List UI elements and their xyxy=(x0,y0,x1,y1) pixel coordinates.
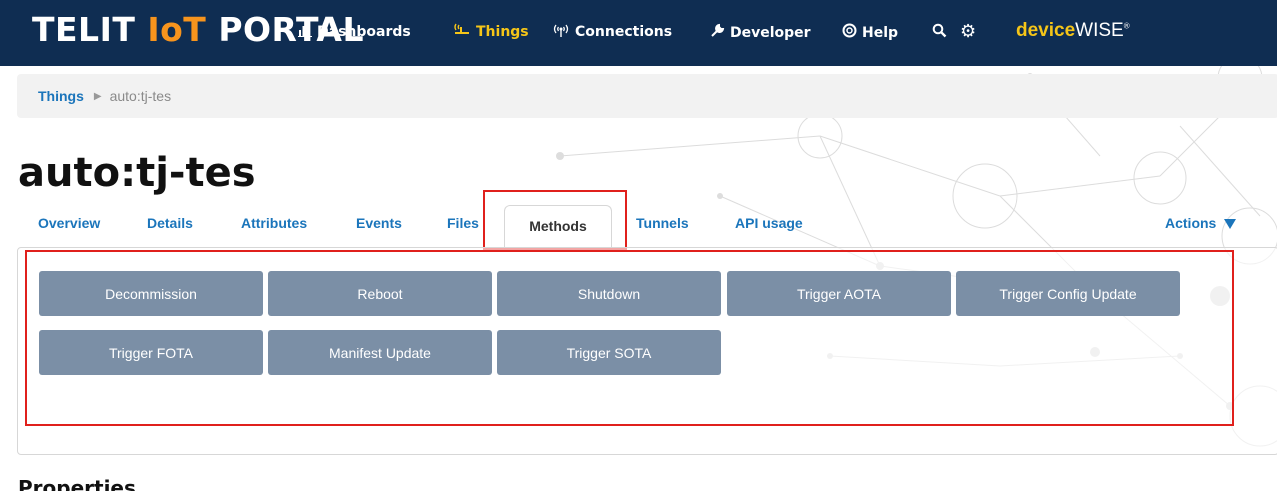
nav-connections-label: Connections xyxy=(575,24,673,40)
reboot-button[interactable]: Reboot xyxy=(268,271,492,316)
devicewise-brand[interactable]: deviceWISE® xyxy=(1016,20,1130,42)
tab-bar: Overview Details Attributes Events Files… xyxy=(0,205,1277,249)
gear-icon[interactable]: ⚙ xyxy=(960,21,976,42)
top-navigation-bar: TELIT IoT PORTAL Dashboards Things Conne… xyxy=(0,0,1277,66)
nav-search[interactable] xyxy=(932,23,947,42)
antenna-icon xyxy=(552,23,570,41)
nav-help-label: Help xyxy=(862,24,899,41)
nav-dashboards-label: Dashboards xyxy=(317,24,411,40)
brand-device-text: device xyxy=(1016,20,1076,41)
nav-things-label: Things xyxy=(476,24,529,40)
breadcrumb-separator-icon: ▶ xyxy=(93,90,102,102)
manifest-update-button[interactable]: Manifest Update xyxy=(268,330,492,375)
brand-wise-text: WISE xyxy=(1075,20,1124,41)
nav-things[interactable]: Things xyxy=(453,23,529,41)
nav-help[interactable]: Help xyxy=(842,23,898,42)
trigger-config-update-button[interactable]: Trigger Config Update xyxy=(956,271,1180,316)
breadcrumb: Things ▶ auto:tj-tes xyxy=(17,74,1277,118)
breadcrumb-current: auto:tj-tes xyxy=(109,88,172,104)
bar-chart-icon xyxy=(298,23,312,41)
caret-down-icon xyxy=(1224,219,1237,230)
nav-developer-label: Developer xyxy=(730,24,811,41)
shutdown-button[interactable]: Shutdown xyxy=(497,271,721,316)
wrench-icon xyxy=(710,23,725,42)
page-title: auto:tj-tes xyxy=(18,150,256,196)
tab-tunnels[interactable]: Tunnels xyxy=(636,215,689,231)
properties-section-title: Properties xyxy=(18,476,136,491)
tab-api-usage[interactable]: API usage xyxy=(735,215,803,231)
tab-files[interactable]: Files xyxy=(447,215,479,231)
nav-dashboards[interactable]: Dashboards xyxy=(298,23,411,41)
trigger-fota-button[interactable]: Trigger FOTA xyxy=(39,330,263,375)
logo-text-iot: IoT xyxy=(147,10,207,49)
nav-developer[interactable]: Developer xyxy=(710,23,811,42)
trigger-sota-button[interactable]: Trigger SOTA xyxy=(497,330,721,375)
decommission-button[interactable]: Decommission xyxy=(39,271,263,316)
tab-attributes[interactable]: Attributes xyxy=(241,215,307,231)
search-icon xyxy=(932,23,947,42)
nav-connections[interactable]: Connections xyxy=(552,23,672,41)
trigger-aota-button[interactable]: Trigger AOTA xyxy=(727,271,951,316)
breadcrumb-things-link[interactable]: Things xyxy=(38,88,84,104)
actions-label: Actions xyxy=(1165,215,1217,231)
tab-methods[interactable]: Methods xyxy=(504,205,612,249)
brand-registered-mark: ® xyxy=(1123,21,1130,31)
logo-text-telit: TELIT xyxy=(32,10,148,49)
tab-overview[interactable]: Overview xyxy=(38,215,100,231)
things-icon xyxy=(453,23,471,41)
tab-events[interactable]: Events xyxy=(356,215,402,231)
tab-details[interactable]: Details xyxy=(147,215,193,231)
actions-dropdown[interactable]: Actions xyxy=(1165,215,1237,231)
lifebuoy-icon xyxy=(842,23,857,42)
